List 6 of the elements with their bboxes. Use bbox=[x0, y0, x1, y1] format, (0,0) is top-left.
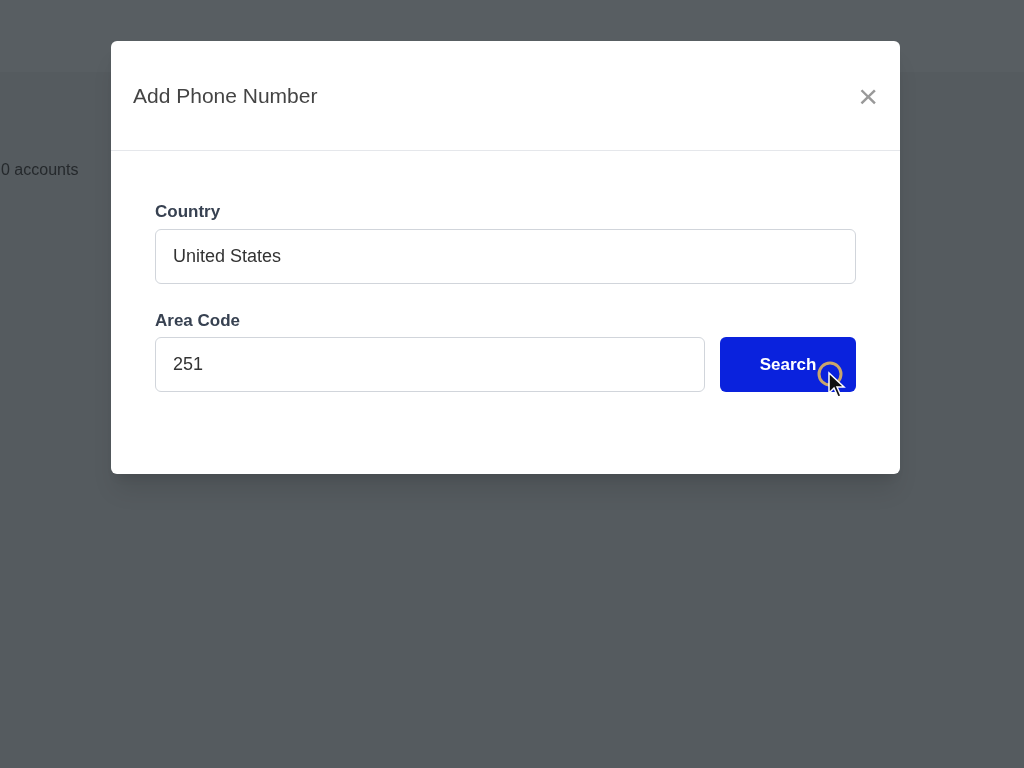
field-label: Country bbox=[155, 201, 222, 223]
text-field[interactable]: 251 bbox=[155, 337, 705, 392]
text-field[interactable]: United States bbox=[155, 228, 856, 284]
modal-title: Add Phone Number bbox=[133, 82, 318, 109]
field-label: Area Code bbox=[155, 309, 242, 332]
search-button[interactable]: Search bbox=[720, 337, 856, 392]
